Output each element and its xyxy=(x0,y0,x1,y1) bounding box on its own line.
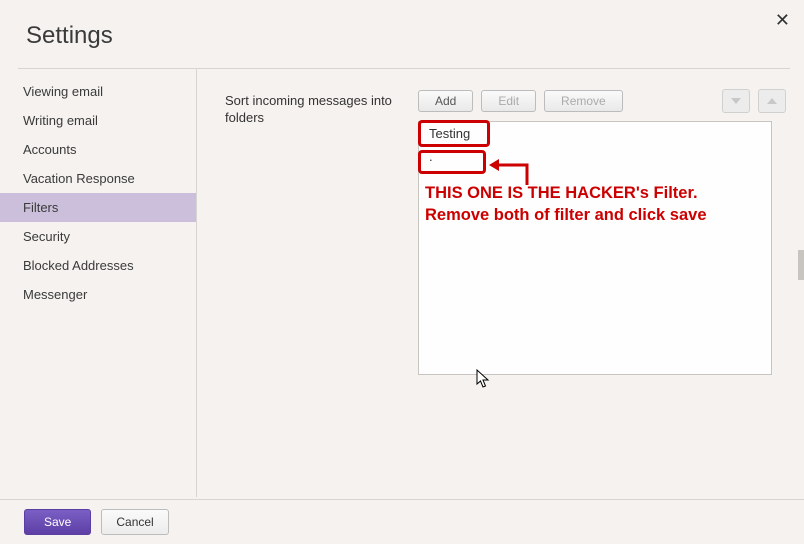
sidebar-item-accounts[interactable]: Accounts xyxy=(0,135,196,164)
section-label: Sort incoming messages into folders xyxy=(225,89,400,127)
page-title: Settings xyxy=(26,22,804,50)
settings-sidebar: Viewing email Writing email Accounts Vac… xyxy=(0,77,196,497)
annotation-text: THIS ONE IS THE HACKER's Filter. Remove … xyxy=(425,182,765,227)
sidebar-item-security[interactable]: Security xyxy=(0,222,196,251)
filters-panel: Sort incoming messages into folders Add … xyxy=(197,77,804,497)
filter-list[interactable]: Testing . THIS ONE IS THE HACKER's Filte… xyxy=(418,121,772,375)
sidebar-item-writing-email[interactable]: Writing email xyxy=(0,106,196,135)
footer-bar: Save Cancel xyxy=(0,499,804,544)
remove-button[interactable]: Remove xyxy=(544,90,623,112)
move-up-icon[interactable] xyxy=(758,89,786,113)
scrollbar-thumb[interactable] xyxy=(798,250,804,280)
annotation-line1: THIS ONE IS THE HACKER's Filter. xyxy=(425,184,698,202)
close-icon[interactable]: ✕ xyxy=(775,10,790,31)
annotation-line2: Remove both of filter and click save xyxy=(425,206,707,224)
sidebar-item-viewing-email[interactable]: Viewing email xyxy=(0,77,196,106)
settings-header: Settings ✕ xyxy=(0,0,804,68)
sidebar-item-blocked-addresses[interactable]: Blocked Addresses xyxy=(0,251,196,280)
filter-toolbar: Add Edit Remove xyxy=(418,89,786,113)
sidebar-item-vacation-response[interactable]: Vacation Response xyxy=(0,164,196,193)
move-down-icon[interactable] xyxy=(722,89,750,113)
save-button[interactable]: Save xyxy=(24,509,91,535)
content-area: Viewing email Writing email Accounts Vac… xyxy=(0,69,804,497)
cancel-button[interactable]: Cancel xyxy=(101,509,168,535)
filter-item-testing[interactable]: Testing xyxy=(419,122,771,145)
sidebar-item-messenger[interactable]: Messenger xyxy=(0,280,196,309)
filter-item-dot[interactable]: . xyxy=(419,145,771,168)
edit-button[interactable]: Edit xyxy=(481,90,536,112)
sidebar-item-filters[interactable]: Filters xyxy=(0,193,196,222)
add-button[interactable]: Add xyxy=(418,90,473,112)
